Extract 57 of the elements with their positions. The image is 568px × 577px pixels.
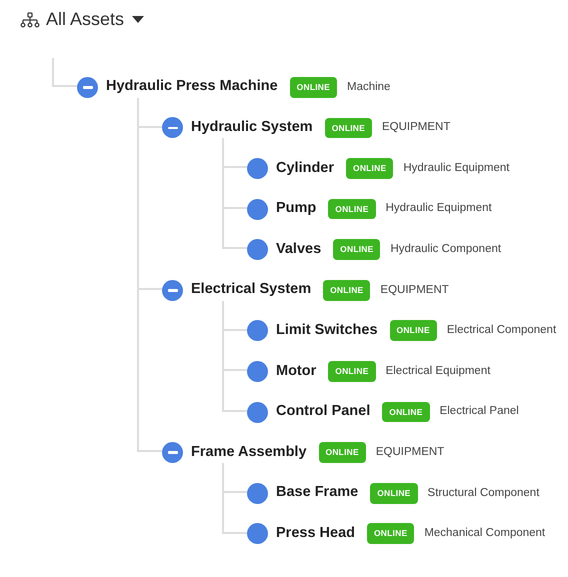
status-badge: ONLINE — [367, 523, 414, 544]
node-type: Hydraulic Component — [390, 242, 502, 258]
node-name[interactable]: Hydraulic System — [191, 117, 313, 139]
status-badge: ONLINE — [370, 482, 418, 504]
minus-icon — [168, 289, 178, 292]
node-type: Hydraulic Equipment — [403, 160, 510, 176]
all-assets-dropdown[interactable]: All Assets — [20, 6, 144, 33]
status-badge: ONLINE — [328, 198, 376, 220]
status-badge: ONLINE — [346, 158, 394, 179]
connector-line — [222, 462, 247, 493]
node-name[interactable]: Electrical System — [191, 279, 312, 302]
minus-icon — [168, 126, 178, 130]
node-type: EQUIPMENT — [382, 120, 450, 136]
node-name[interactable]: Base Frame — [276, 482, 358, 504]
node-type: Electrical Equipment — [386, 364, 490, 379]
status-badge: ONLINE — [390, 320, 437, 342]
node-name[interactable]: Hydraulic Press Machine — [106, 76, 278, 98]
collapse-button[interactable] — [162, 442, 183, 464]
collapse-button[interactable] — [162, 280, 183, 301]
node-type: Structural Component — [428, 486, 540, 501]
hierarchy-icon — [20, 12, 40, 28]
node-dot — [247, 523, 268, 544]
node-type: Mechanical Component — [424, 526, 546, 542]
status-badge: ONLINE — [382, 402, 430, 422]
node-type: EQUIPMENT — [380, 282, 449, 298]
collapse-button[interactable] — [77, 76, 98, 98]
node-dot — [247, 239, 268, 260]
node-name[interactable]: Control Panel — [276, 401, 370, 423]
node-type: Electrical Panel — [440, 404, 519, 420]
status-badge: ONLINE — [318, 442, 366, 464]
node-dot — [247, 482, 268, 504]
connector-line — [52, 58, 77, 87]
status-badge: ONLINE — [323, 280, 370, 301]
node-name[interactable]: Limit Switches — [276, 320, 378, 342]
node-dot — [247, 402, 268, 423]
status-badge: ONLINE — [324, 118, 372, 138]
node-name[interactable]: Motor — [276, 360, 316, 382]
node-name[interactable]: Frame Assembly — [191, 442, 307, 464]
status-badge: ONLINE — [333, 239, 380, 260]
node-name[interactable]: Press Head — [276, 522, 355, 545]
node-type: Machine — [346, 80, 390, 95]
node-name[interactable]: Pump — [276, 198, 316, 220]
node-dot — [247, 360, 268, 382]
node-type: Electrical Component — [446, 323, 556, 338]
node-dot — [247, 158, 268, 179]
caret-icon — [132, 16, 144, 23]
minus-icon — [168, 451, 178, 454]
node-dot — [247, 320, 268, 342]
collapse-button[interactable] — [162, 117, 183, 138]
node-type: EQUIPMENT — [376, 445, 444, 460]
node-dot — [247, 198, 268, 220]
node-name[interactable]: Cylinder — [276, 158, 334, 180]
node-name[interactable]: Valves — [276, 238, 322, 261]
status-badge: ONLINE — [328, 361, 376, 382]
node-type: Hydraulic Equipment — [386, 201, 492, 216]
status-badge: ONLINE — [290, 76, 337, 98]
minus-icon — [82, 86, 92, 89]
